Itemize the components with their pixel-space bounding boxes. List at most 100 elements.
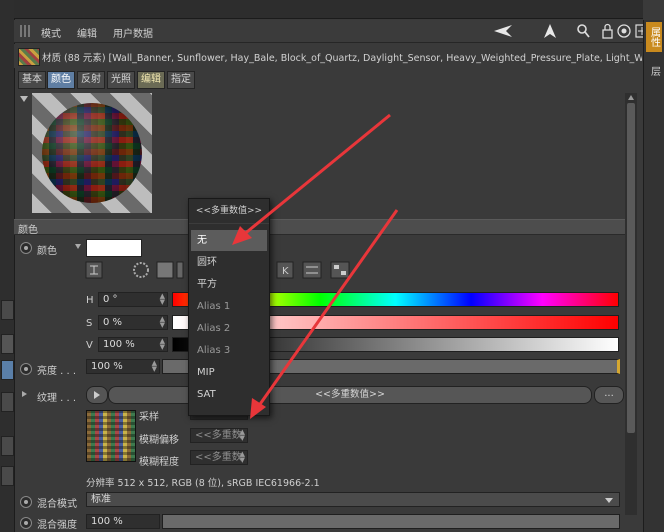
menu-edit[interactable]: 编辑: [77, 25, 97, 40]
dock-button-active[interactable]: [1, 360, 14, 380]
color-wheel-icon[interactable]: [133, 262, 149, 278]
resolution-info: 分辨率 512 x 512, RGB (8 位), sRGB IEC61966-…: [86, 478, 320, 489]
tab-attributes[interactable]: 属性: [646, 22, 662, 52]
v-label: V: [86, 340, 93, 351]
color-swatch[interactable]: [86, 239, 142, 257]
popup-item-mip[interactable]: MIP: [191, 362, 267, 383]
s-input[interactable]: 0 % ▲ ▼: [98, 315, 168, 330]
material-thumbnail-icon: [18, 48, 40, 66]
tab-layers[interactable]: 层: [646, 56, 662, 86]
color-expand-icon[interactable]: [75, 244, 81, 249]
brightness-anim-radio[interactable]: [20, 363, 32, 375]
menu-user-data[interactable]: 用户数据: [113, 25, 153, 40]
popup-item-alias1[interactable]: Alias 1: [191, 296, 267, 317]
k-mode-icon[interactable]: K: [276, 261, 294, 279]
section-header-color: 颜色: [14, 219, 625, 236]
stepper-icon[interactable]: ▲ ▼: [240, 429, 245, 442]
attribute-menu-bar: 模式 编辑 用户数据: [14, 20, 649, 43]
v-input[interactable]: 100 % ▲ ▼: [98, 337, 168, 352]
swatch-grid-icon[interactable]: [330, 261, 350, 279]
texture-menu-button[interactable]: [86, 386, 108, 404]
grip-icon[interactable]: [20, 25, 32, 37]
dock-button[interactable]: [1, 466, 14, 486]
sampling-label: 采样: [139, 412, 159, 423]
sampling-popup-menu: <<多重数值>> 无 圆环 平方 Alias 1 Alias 2 Alias 3…: [188, 198, 270, 416]
preview-sphere: [42, 103, 142, 203]
lock-icon[interactable]: [602, 23, 613, 39]
stepper-icon[interactable]: ▲ ▼: [152, 360, 157, 373]
left-dock-strip: [0, 0, 15, 532]
popup-item-circle[interactable]: 圆环: [191, 252, 267, 273]
back-arrow-icon[interactable]: [494, 25, 512, 37]
svg-text:K: K: [282, 266, 289, 277]
color-anim-radio[interactable]: [20, 242, 32, 254]
tab-editor[interactable]: 编辑: [137, 71, 165, 89]
mix-strength-input[interactable]: 100 %: [86, 514, 160, 529]
popup-item-sat[interactable]: SAT: [191, 384, 267, 405]
mix-mode-dropdown[interactable]: 标准: [86, 492, 620, 507]
h-input[interactable]: 0 ° ▲ ▼: [98, 292, 168, 307]
collapse-triangle-icon[interactable]: [20, 96, 28, 102]
brightness-input[interactable]: 100 % ▲ ▼: [86, 359, 160, 374]
popup-header: <<多重数值>>: [189, 199, 269, 224]
popup-item-alias3[interactable]: Alias 3: [191, 340, 267, 361]
tab-assign[interactable]: 指定: [167, 71, 195, 89]
blur-degree-label: 模糊程度: [139, 457, 179, 468]
title-row: 材质 (88 元素) [Wall_Banner, Sunflower, Hay_…: [14, 44, 643, 68]
texture-field[interactable]: <<多重数值>>: [108, 386, 592, 404]
mix-mode-anim-radio[interactable]: [20, 496, 32, 508]
toolbar-icons: [494, 23, 649, 39]
tab-color[interactable]: 颜色: [47, 71, 75, 89]
material-preview[interactable]: [32, 93, 152, 213]
dock-button[interactable]: [1, 392, 14, 412]
mix-mode-value: 标准: [91, 494, 111, 505]
stepper-icon[interactable]: ▲ ▼: [160, 293, 165, 306]
dock-button[interactable]: [1, 300, 14, 320]
texture-thumbnail[interactable]: [86, 410, 136, 462]
mix-strength-value: 100 %: [91, 516, 123, 527]
stepper-icon[interactable]: ▲ ▼: [160, 338, 165, 351]
expand-arrow-icon[interactable]: [22, 391, 27, 397]
blur-degree-value: <<多重数: [195, 452, 242, 463]
attribute-tabs: 基本 颜色 反射 光照 编辑 指定: [14, 70, 643, 90]
v-value: 100 %: [103, 339, 135, 350]
top-strip: [14, 0, 643, 19]
blur-offset-input[interactable]: <<多重数 ▲ ▼: [190, 428, 248, 443]
tab-illumination[interactable]: 光照: [107, 71, 135, 89]
blur-degree-input[interactable]: <<多重数 ▲ ▼: [190, 450, 248, 465]
s-label: S: [86, 318, 93, 329]
dock-button[interactable]: [1, 334, 14, 354]
right-tab-bar: 属性 层: [643, 20, 664, 532]
tab-basic[interactable]: 基本: [18, 71, 46, 89]
picture-icon[interactable]: [176, 261, 184, 279]
mix-strength-anim-radio[interactable]: [20, 517, 32, 529]
target-icon[interactable]: [617, 24, 631, 38]
color-label: 颜色: [37, 246, 57, 257]
mixer-icon[interactable]: [302, 261, 322, 279]
popup-item-square[interactable]: 平方: [191, 274, 267, 295]
mix-mode-label: 混合模式: [37, 499, 77, 510]
blur-offset-label: 模糊偏移: [139, 435, 179, 446]
stepper-icon[interactable]: ▲ ▼: [160, 316, 165, 329]
eyedropper-tool-icon[interactable]: [85, 261, 103, 279]
section-title: 颜色: [18, 225, 38, 236]
scrollbar[interactable]: [625, 93, 637, 515]
texture-browse-button[interactable]: ...: [594, 386, 624, 404]
menu-mode[interactable]: 模式: [41, 25, 61, 40]
spectrum-icon[interactable]: [156, 261, 174, 279]
popup-item-alias2[interactable]: Alias 2: [191, 318, 267, 339]
texture-label: 纹理 . . .: [37, 393, 77, 404]
search-icon[interactable]: [577, 24, 590, 38]
play-arrow-icon: [94, 391, 100, 399]
stepper-icon[interactable]: ▲ ▼: [240, 451, 245, 464]
cursor-icon[interactable]: [544, 24, 556, 38]
popup-item-none[interactable]: 无: [191, 230, 267, 251]
tab-reflection[interactable]: 反射: [77, 71, 105, 89]
scroll-thumb[interactable]: [627, 103, 635, 433]
s-value: 0 %: [103, 317, 123, 328]
mix-strength-label: 混合强度: [37, 520, 77, 531]
scroll-up-icon[interactable]: [628, 95, 634, 100]
dock-button[interactable]: [1, 436, 14, 456]
chevron-down-icon: [605, 498, 613, 503]
mix-strength-slider[interactable]: [162, 514, 620, 529]
